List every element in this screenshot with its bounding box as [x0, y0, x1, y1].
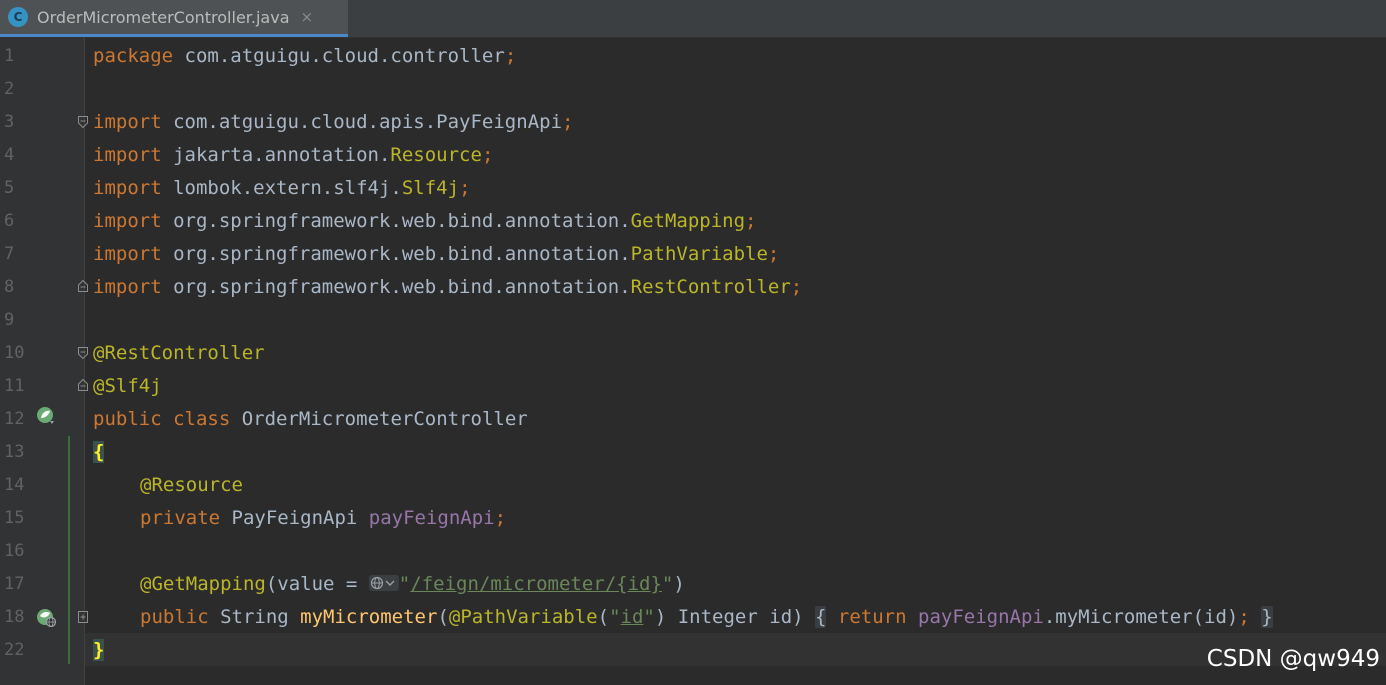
code-line-14[interactable]: @Resource: [140, 469, 243, 502]
matched-brace: }: [93, 639, 105, 661]
path-variable-link[interactable]: id: [621, 606, 644, 628]
web-endpoint-icon[interactable]: [36, 607, 56, 627]
code-line-8[interactable]: import org.springframework.web.bind.anno…: [93, 271, 802, 304]
gutter-separator: [84, 38, 85, 685]
code-line-4[interactable]: import jakarta.annotation.Resource;: [93, 139, 493, 172]
fold-marker-icon[interactable]: [78, 379, 88, 391]
code-line-11[interactable]: @Slf4j: [93, 370, 162, 403]
line-number: 10: [4, 343, 25, 363]
line-number: 7: [4, 244, 15, 264]
line-number: 4: [4, 145, 15, 165]
line-number: 5: [4, 178, 15, 198]
line-number: 6: [4, 211, 15, 231]
line-number: 11: [4, 376, 25, 396]
tab-order-micrometer-controller[interactable]: C OrderMicrometerController.java ×: [0, 0, 348, 37]
line-number: 12: [4, 409, 25, 429]
spring-bean-icon[interactable]: [36, 406, 56, 426]
code-line-1[interactable]: package com.atguigu.cloud.controller;: [93, 40, 516, 73]
fold-marker-icon[interactable]: [78, 347, 88, 359]
line-number: 9: [4, 310, 15, 330]
expand-fold-icon[interactable]: [78, 611, 88, 623]
fold-marker-icon[interactable]: [78, 280, 88, 292]
code-line-17[interactable]: @GetMapping(value = "/feign/micrometer/{…: [140, 568, 685, 601]
folded-open-brace[interactable]: {: [815, 606, 827, 628]
editor-tab-bar: C OrderMicrometerController.java ×: [0, 0, 1386, 38]
line-number: 1: [4, 46, 15, 66]
code-line-18[interactable]: public String myMicrometer(@PathVariable…: [140, 601, 1273, 634]
code-line-6[interactable]: import org.springframework.web.bind.anno…: [93, 205, 756, 238]
code-line-10[interactable]: @RestController: [93, 337, 265, 370]
code-line-3[interactable]: import com.atguigu.cloud.apis.PayFeignAp…: [93, 106, 573, 139]
java-class-icon: C: [8, 7, 28, 27]
line-number: 8: [4, 277, 15, 297]
folded-close-brace[interactable]: }: [1261, 606, 1273, 628]
tab-label: OrderMicrometerController.java: [37, 7, 290, 27]
code-line-7[interactable]: import org.springframework.web.bind.anno…: [93, 238, 779, 271]
vcs-change-marker[interactable]: [68, 436, 70, 664]
fold-marker-icon[interactable]: [78, 116, 88, 128]
code-line-12[interactable]: public class OrderMicrometerController: [93, 403, 528, 436]
code-line-13[interactable]: {: [93, 436, 105, 469]
watermark: CSDN @qw949: [1206, 646, 1380, 672]
line-number: 17: [4, 574, 25, 594]
line-number: 22: [4, 640, 25, 660]
line-number: 13: [4, 442, 25, 462]
close-icon[interactable]: ×: [301, 8, 314, 26]
url-globe-icon[interactable]: [368, 574, 399, 592]
line-number: 16: [4, 541, 25, 561]
code-line-22[interactable]: }: [93, 634, 105, 667]
line-number: 14: [4, 475, 25, 495]
line-number: 18: [4, 607, 25, 627]
line-number: 3: [4, 112, 15, 132]
code-line-5[interactable]: import lombok.extern.slf4j.Slf4j;: [93, 172, 471, 205]
matched-brace: {: [93, 441, 105, 463]
line-number: 2: [4, 79, 15, 99]
line-number: 15: [4, 508, 25, 528]
current-line-highlight: [85, 633, 1386, 666]
request-url-link[interactable]: /feign/micrometer/{id}: [410, 573, 662, 595]
code-line-15[interactable]: private PayFeignApi payFeignApi;: [140, 502, 506, 535]
